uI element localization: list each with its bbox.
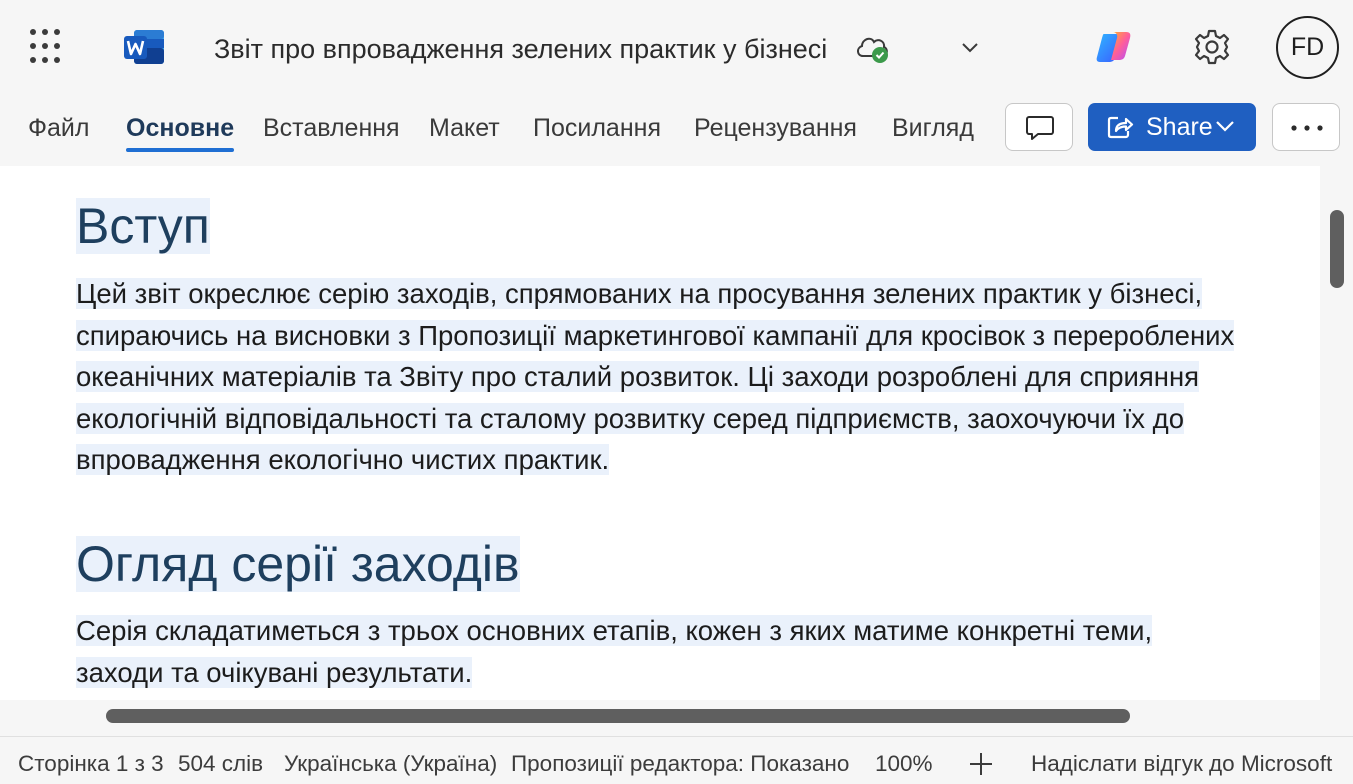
language-indicator[interactable]: Українська (Україна) <box>284 749 497 779</box>
chevron-down-icon <box>1216 121 1234 132</box>
tab-home[interactable]: Основне <box>126 110 235 152</box>
gear-icon[interactable] <box>1192 27 1232 67</box>
share-icon <box>1107 116 1134 139</box>
chevron-down-icon[interactable] <box>958 36 982 60</box>
plus-icon[interactable] <box>968 751 994 777</box>
more-icon <box>1291 125 1323 131</box>
feedback-link[interactable]: Надіслати відгук до Microsoft <box>1031 749 1332 779</box>
word-count[interactable]: 504 слів <box>178 749 263 779</box>
horizontal-scrollbar[interactable] <box>106 709 1130 723</box>
tab-file[interactable]: Файл <box>28 110 89 150</box>
text-line: заходи та очікувані результати. <box>76 656 473 688</box>
tab-layout[interactable]: Макет <box>429 110 500 150</box>
avatar[interactable]: FD <box>1276 16 1339 79</box>
vertical-scrollbar[interactable] <box>1330 210 1344 288</box>
title-bar: Звіт про впровадження зелених практик у … <box>0 0 1353 96</box>
document-canvas[interactable]: Вступ Цей звіт окреслює серію заходів, с… <box>0 166 1320 700</box>
cloud-saved-icon <box>857 37 888 63</box>
heading-intro[interactable]: Вступ <box>76 195 210 257</box>
tab-insert[interactable]: Вставлення <box>263 110 400 150</box>
paragraph-overview[interactable]: Серія складатиметься з трьох основних ет… <box>76 610 1153 693</box>
comments-button[interactable] <box>1005 103 1073 151</box>
text-line: екологічній відповідальності та сталому … <box>76 402 1184 434</box>
more-options-button[interactable] <box>1272 103 1340 151</box>
tab-review[interactable]: Рецензування <box>694 110 857 150</box>
share-label: Share <box>1146 113 1213 141</box>
app-launcher-icon[interactable] <box>30 29 66 65</box>
text-line: Цей звіт окреслює серію заходів, спрямов… <box>76 278 1203 309</box>
text-line: Серія складатиметься з трьох основних ет… <box>76 615 1153 646</box>
tab-references[interactable]: Посилання <box>533 110 661 150</box>
editor-suggestions[interactable]: Пропозиції редактора: Показано <box>511 749 849 779</box>
text-line: спираючись на висновки з Пропозиції марк… <box>76 319 1235 351</box>
ribbon-tabs: Файл Основне Вставлення Макет Посилання … <box>0 96 1353 162</box>
copilot-icon[interactable] <box>1094 28 1134 66</box>
page-count[interactable]: Сторінка 1 з 3 <box>18 749 164 779</box>
share-button[interactable]: Share <box>1088 103 1256 151</box>
status-bar: Сторінка 1 з 3 504 слів Українська (Укра… <box>0 736 1353 784</box>
word-logo-icon <box>124 30 164 64</box>
text-line: впровадження екологічно чистих практик. <box>76 444 610 476</box>
document-title[interactable]: Звіт про впровадження зелених практик у … <box>214 29 827 69</box>
heading-overview[interactable]: Огляд серії заходів <box>76 533 520 595</box>
text-line: океанічних матеріалів та Звіту про стали… <box>76 361 1200 393</box>
comment-icon <box>1026 116 1054 140</box>
zoom-level[interactable]: 100% <box>875 749 933 779</box>
tab-view[interactable]: Вигляд <box>892 110 974 150</box>
paragraph-intro[interactable]: Цей звіт окреслює серію заходів, спрямов… <box>76 273 1235 481</box>
